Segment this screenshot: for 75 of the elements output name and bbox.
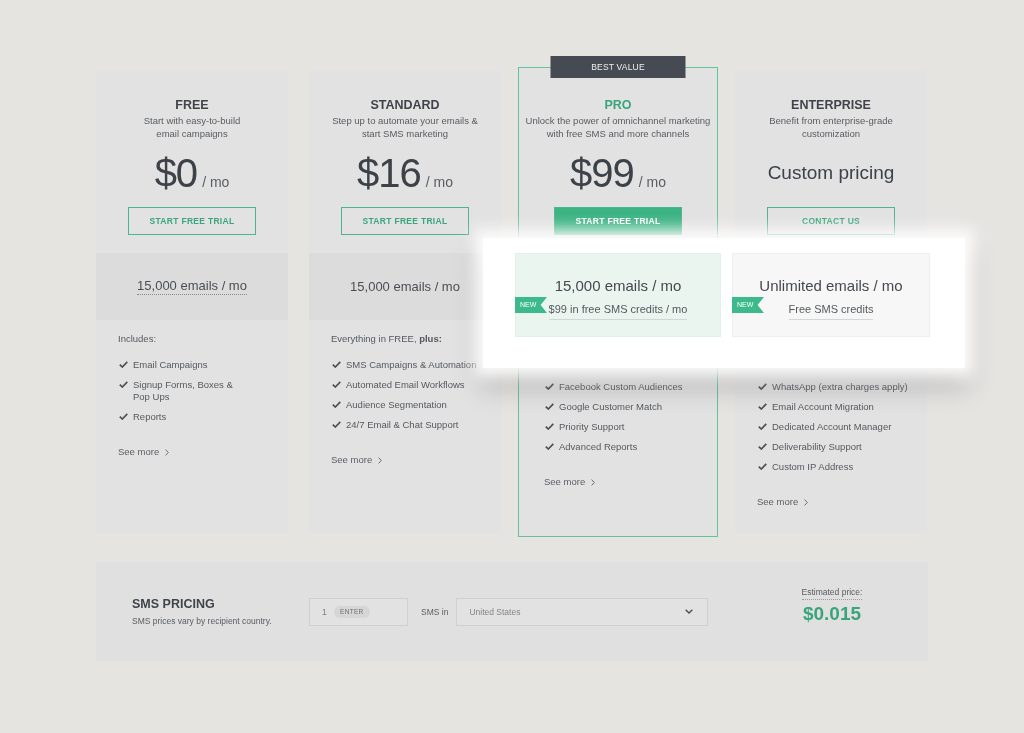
feature-text: Email Account Migration <box>772 401 874 413</box>
email-quota: 15,000 emails / mo <box>554 277 682 294</box>
price-period: / mo <box>202 174 230 190</box>
feature-text: Advanced Reports <box>559 441 638 453</box>
check-icon <box>332 361 341 368</box>
check-icon <box>545 383 554 390</box>
feature-text: Dedicated Account Manager <box>772 421 892 433</box>
country-label: SMS in <box>421 606 449 617</box>
check-icon <box>545 403 554 410</box>
plan-description: Unlock the power of omnichannel marketing with free SMS and more channels <box>525 114 711 140</box>
email-quota: Unlimited emails / mo <box>759 277 903 294</box>
sms-credits-note: $99 in free SMS credits / mo <box>548 302 688 320</box>
chevron-right-icon <box>591 478 596 486</box>
check-icon <box>545 443 554 450</box>
email-quota: 15,000 emails / mo <box>350 278 460 295</box>
check-icon <box>545 423 554 430</box>
best-value-badge: BEST VALUE <box>550 56 686 78</box>
plan-price: $0 <box>154 153 198 193</box>
plan-action-button[interactable]: START FREE TRIAL <box>554 207 682 235</box>
price-period: / mo <box>425 174 453 190</box>
email-quota: 15,000 emails / mo <box>137 278 247 295</box>
see-more-link[interactable]: See more <box>757 496 809 508</box>
plan-title: FREE <box>175 98 209 112</box>
custom-pricing: Custom pricing <box>767 161 895 185</box>
features-intro: Includes: <box>118 333 157 345</box>
check-icon <box>758 463 767 470</box>
plan-title: STANDARD <box>370 98 440 112</box>
see-more-link[interactable]: See more <box>118 446 170 458</box>
price-period: / mo <box>638 174 666 190</box>
feature-text: WhatsApp (extra charges apply) <box>772 381 908 393</box>
feature-text: SMS Campaigns & Automation <box>346 359 477 371</box>
feature-text: Facebook Custom Audiences <box>559 381 683 393</box>
plan-description: Benefit from enterprise-grade customization <box>769 114 893 140</box>
sms-pricing-subtitle: SMS prices vary by recipient country. <box>132 615 272 627</box>
chevron-right-icon <box>804 498 809 506</box>
plan-title: PRO <box>604 98 632 112</box>
check-icon <box>119 361 128 368</box>
check-icon <box>332 381 341 388</box>
check-icon <box>332 421 341 428</box>
plan-title: ENTERPRISE <box>791 98 871 112</box>
check-icon <box>332 401 341 408</box>
features-intro: Everything in FREE, plus: <box>331 333 442 345</box>
feature-text: Deliverability Support <box>772 441 862 453</box>
plan-price: $16 <box>357 153 421 193</box>
feature-text: Audience Segmentation <box>346 399 447 411</box>
chevron-down-icon <box>685 609 694 614</box>
feature-text: 24/7 Email & Chat Support <box>346 419 459 431</box>
sms-credits-note: Free SMS credits <box>788 302 874 320</box>
feature-text: Priority Support <box>559 421 625 433</box>
feature-text: Automated Email Workflows <box>346 379 465 391</box>
plan-action-button[interactable]: CONTACT US <box>767 207 895 235</box>
estimated-price: $0.015 <box>802 602 862 625</box>
check-icon <box>119 413 128 420</box>
feature-text: Email Campaigns <box>133 359 208 371</box>
see-more-link[interactable]: See more <box>331 454 383 466</box>
plan-description: Step up to automate your emails & start SMS marketing <box>332 114 478 140</box>
feature-text: Reports <box>133 411 167 423</box>
sms-pricing-title: SMS PRICING <box>132 596 215 611</box>
plan-action-button[interactable]: START FREE TRIAL <box>128 207 256 235</box>
chevron-right-icon <box>378 456 383 464</box>
plan-description: Start with easy-to-build email campaigns <box>143 114 241 140</box>
check-icon <box>758 383 767 390</box>
feature-text: Google Customer Match <box>559 401 662 413</box>
chevron-right-icon <box>165 448 170 456</box>
check-icon <box>758 403 767 410</box>
check-icon <box>758 443 767 450</box>
plan-action-button[interactable]: START FREE TRIAL <box>341 207 469 235</box>
feature-text: Custom IP Address <box>772 461 854 473</box>
feature-text: Signup Forms, Boxes & Pop Ups <box>133 379 233 403</box>
plan-price: $99 <box>570 153 634 193</box>
country-select[interactable]: United States <box>456 597 709 626</box>
estimated-price-label: Estimated price: <box>801 586 863 600</box>
check-icon <box>119 381 128 388</box>
see-more-link[interactable]: See more <box>544 476 596 488</box>
check-icon <box>758 423 767 430</box>
